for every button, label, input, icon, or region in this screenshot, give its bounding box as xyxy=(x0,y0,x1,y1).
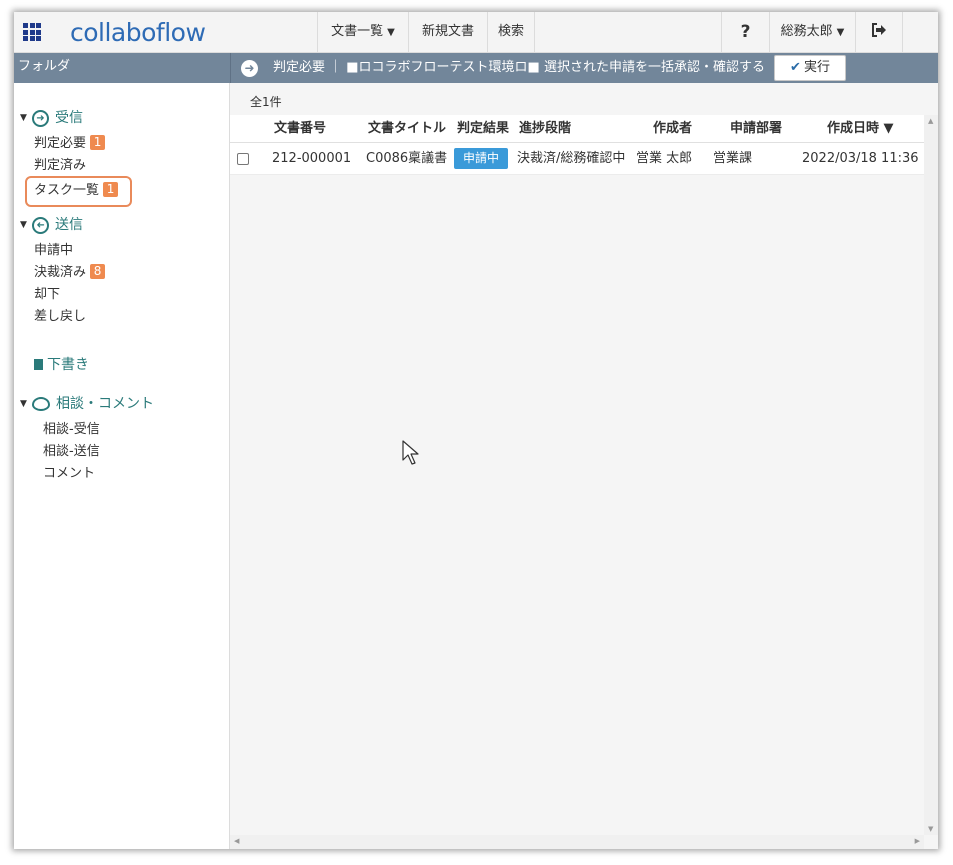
col-author[interactable]: 作成者 xyxy=(653,115,692,143)
chevron-down-icon: ▼ xyxy=(836,27,845,38)
count-badge: 8 xyxy=(90,264,106,279)
cell-created: 2022/03/18 11:36 xyxy=(802,151,919,166)
bulk-action-text: 判定必要 ｜ ■ロコラボフローテスト環境ロ■ 選択された申請を一括承認・確認する xyxy=(273,60,765,75)
sidebar-item-comments[interactable]: コメント xyxy=(43,464,95,484)
scroll-up-icon[interactable]: ▲ xyxy=(928,117,933,125)
col-progress[interactable]: 進捗段階 xyxy=(519,115,571,143)
result-count: 全1件 xyxy=(250,95,282,109)
section-received-label: 受信 xyxy=(55,110,83,126)
col-judgment[interactable]: 判定結果 xyxy=(457,115,509,143)
sidebar-item-task-list[interactable]: タスク一覧 1 xyxy=(34,181,119,201)
cell-doc-number: 212-000001 xyxy=(272,151,352,166)
sidebar: ▼ ➜ 受信 判定必要 1 判定済み タスク一覧 1 ▼ ➜ 送信 申請中 決裁済み 8 却下… xyxy=(14,83,230,849)
document-list-panel: 全1件 文書番号 文書タイトル 判定結果 進捗段階 作成者 申請部署 作成日時 … xyxy=(230,83,938,849)
new-doc-button[interactable]: 新規文書 xyxy=(408,12,487,52)
sidebar-item-label: タスク一覧 xyxy=(34,183,100,198)
search-button[interactable]: 検索 xyxy=(487,12,535,52)
cell-author: 営業 太郎 xyxy=(636,151,693,166)
help-button[interactable]: ? xyxy=(721,12,769,52)
sidebar-item-approved[interactable]: 決裁済み 8 xyxy=(34,263,106,283)
col-doc-number[interactable]: 文書番号 xyxy=(274,115,326,143)
doc-list-label: 文書一覧 xyxy=(331,24,384,39)
caret-down-icon: ▼ xyxy=(20,399,27,409)
drafts-label: 下書き xyxy=(47,357,89,373)
speech-bubble-icon xyxy=(32,397,50,411)
sidebar-item-label: 申請中 xyxy=(34,243,74,258)
sidebar-item-consult-sent[interactable]: 相談-送信 xyxy=(43,442,100,462)
section-consult-label: 相談・コメント xyxy=(56,396,154,412)
sidebar-item-label: 相談-送信 xyxy=(43,444,100,459)
cell-progress: 決裁済/総務確認中 xyxy=(517,151,626,166)
collaboflow-logo[interactable]: collaboflow xyxy=(70,18,206,47)
chevron-down-icon: ▼ xyxy=(387,27,395,38)
execute-label: 実行 xyxy=(803,60,830,75)
sidebar-item-applying[interactable]: 申請中 xyxy=(34,241,73,261)
row-checkbox[interactable] xyxy=(237,153,249,165)
logout-icon xyxy=(872,23,886,37)
sidebar-item-label: 相談-受信 xyxy=(43,422,100,437)
section-sent[interactable]: ▼ ➜ 送信 xyxy=(20,215,83,235)
sidebar-item-label: 却下 xyxy=(34,287,61,302)
sidebar-item-needs-judgment[interactable]: 判定必要 1 xyxy=(34,134,106,154)
col-created[interactable]: 作成日時 ▼ xyxy=(827,115,894,143)
sidebar-item-label: 差し戻し xyxy=(34,309,87,324)
arrow-in-icon: ➜ xyxy=(32,109,49,127)
sidebar-item-returned[interactable]: 差し戻し xyxy=(34,307,86,327)
sidebar-item-drafts[interactable]: 下書き xyxy=(34,355,89,375)
sidebar-item-label: 判定済み xyxy=(34,158,87,170)
scroll-down-icon[interactable]: ▼ xyxy=(928,825,933,833)
sidebar-item-label: 判定必要 xyxy=(34,136,87,151)
scroll-left-icon[interactable]: ◀ xyxy=(234,837,239,845)
section-received[interactable]: ▼ ➜ 受信 xyxy=(20,108,83,128)
scroll-right-icon[interactable]: ▶ xyxy=(915,837,920,845)
section-consult[interactable]: ▼ 相談・コメント xyxy=(20,394,154,414)
check-icon: ✔ xyxy=(790,60,801,75)
user-menu[interactable]: 総務太郎 ▼ xyxy=(769,12,855,52)
bulk-action-bar: ➜ 判定必要 ｜ ■ロコラボフローテスト環境ロ■ 選択された申請を一括承認・確認… xyxy=(230,53,938,83)
arrow-out-icon: ➜ xyxy=(32,216,49,234)
execute-button[interactable]: ✔ 実行 xyxy=(774,55,846,81)
cell-department: 営業課 xyxy=(713,151,753,166)
top-header: collaboflow 文書一覧 ▼ 新規文書 検索 ? 総務太郎 ▼ xyxy=(14,12,938,53)
section-sent-label: 送信 xyxy=(55,217,83,233)
sidebar-item-label: 決裁済み xyxy=(34,265,87,280)
document-icon xyxy=(34,359,43,370)
sidebar-item-rejected[interactable]: 却下 xyxy=(34,285,60,305)
folder-bar: フォルダ ➜ 判定必要 ｜ ■ロコラボフローテスト環境ロ■ 選択された申請を一括… xyxy=(14,53,938,83)
cell-doc-title[interactable]: C0086稟議書 xyxy=(366,143,447,175)
user-name: 総務太郎 xyxy=(780,24,833,39)
app-window: collaboflow 文書一覧 ▼ 新規文書 検索 ? 総務太郎 ▼ フォルダ ➜… xyxy=(14,12,938,849)
count-badge: 1 xyxy=(103,182,119,197)
folder-title: フォルダ xyxy=(18,59,71,74)
table-header: 文書番号 文書タイトル 判定結果 進捗段階 作成者 申請部署 作成日時 ▼ xyxy=(230,115,924,143)
sidebar-item-judged[interactable]: 判定済み xyxy=(34,156,86,170)
logout-button[interactable] xyxy=(855,12,903,52)
doc-list-menu[interactable]: 文書一覧 ▼ xyxy=(317,12,408,52)
table-row[interactable]: 212-000001 C0086稟議書 申請中 決裁済/総務確認中 営業 太郎 … xyxy=(230,143,924,175)
count-badge: 1 xyxy=(90,135,106,150)
mouse-cursor-icon xyxy=(402,440,419,465)
apps-grid-icon[interactable] xyxy=(23,23,41,41)
sidebar-item-label: コメント xyxy=(43,466,96,481)
arrow-right-icon: ➜ xyxy=(241,60,258,77)
status-badge: 申請中 xyxy=(454,148,508,169)
horizontal-scrollbar[interactable]: ◀ ▶ xyxy=(230,835,924,849)
caret-down-icon: ▼ xyxy=(20,113,27,123)
caret-down-icon: ▼ xyxy=(20,220,27,230)
vertical-scrollbar[interactable]: ▲ ▼ xyxy=(924,115,938,835)
col-doc-title[interactable]: 文書タイトル xyxy=(368,115,446,143)
col-department[interactable]: 申請部署 xyxy=(730,115,782,143)
sidebar-item-consult-received[interactable]: 相談-受信 xyxy=(43,420,100,440)
